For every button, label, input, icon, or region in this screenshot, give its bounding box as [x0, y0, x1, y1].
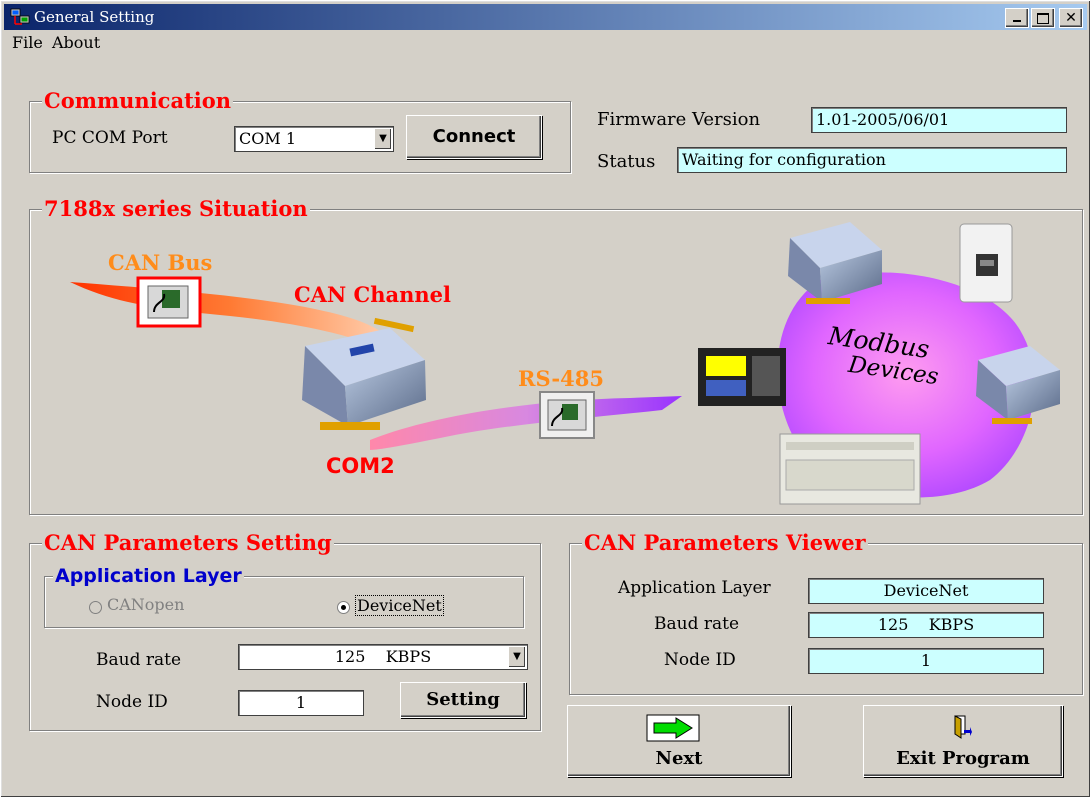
viewer-node-id-field: 1	[808, 648, 1044, 674]
can-setting-legend: CAN Parameters Setting	[42, 530, 334, 555]
general-setting-window: General Setting ✕ File About Communicati…	[0, 0, 1091, 798]
rs485-label: RS-485	[518, 366, 604, 391]
maximize-button[interactable]	[1031, 8, 1055, 28]
window-title: General Setting	[34, 8, 155, 26]
network-app-icon	[10, 8, 30, 25]
canopen-radio[interactable]	[89, 601, 102, 614]
close-button[interactable]: ✕	[1059, 8, 1083, 28]
inverter-device	[959, 223, 1013, 303]
can-channel-label: CAN Channel	[294, 282, 451, 307]
right-arrow-icon	[646, 714, 700, 742]
status-field: Waiting for configuration	[677, 147, 1067, 173]
setting-button[interactable]: Setting	[400, 682, 526, 718]
node-id-input[interactable]: 1	[238, 690, 364, 716]
exit-program-label: Exit Program	[896, 748, 1030, 769]
communication-legend: Communication	[42, 88, 234, 113]
devicenet-label: DeviceNet	[355, 595, 444, 616]
firmware-version-label: Firmware Version	[597, 109, 761, 130]
communication-group: Communication PC COM Port COM 1 ▼ Connec…	[29, 88, 571, 173]
status-label: Status	[597, 151, 656, 172]
baud-rate-label: Baud rate	[96, 650, 182, 670]
com-port-select[interactable]: COM 1 ▼	[234, 126, 394, 152]
viewer-baud-rate-field: 125 KBPS	[808, 612, 1044, 638]
can-viewer-legend: CAN Parameters Viewer	[582, 530, 868, 555]
devicenet-radio[interactable]	[337, 601, 350, 614]
minimize-button[interactable]	[1005, 8, 1029, 28]
menu-about[interactable]: About	[52, 33, 100, 52]
com2-label: COM2	[326, 454, 395, 478]
can-bus-label: CAN Bus	[108, 250, 213, 275]
rs485-band	[370, 396, 682, 450]
application-layer-legend: Application Layer	[53, 565, 244, 587]
canopen-label: CANopen	[107, 595, 185, 614]
baud-rate-select[interactable]: 125 KBPS ▼	[238, 644, 528, 670]
menu-bar: File About	[4, 31, 1087, 53]
next-button[interactable]: Next	[567, 705, 791, 777]
next-label: Next	[655, 748, 703, 769]
exit-door-icon	[954, 715, 972, 739]
touch-panel-device	[698, 348, 786, 406]
close-icon: ✕	[1065, 10, 1077, 26]
exit-program-button[interactable]: Exit Program	[863, 705, 1063, 777]
com-port-label: PC COM Port	[52, 128, 168, 148]
icpdas-7188x-device	[302, 317, 426, 430]
com-port-value: COM 1	[239, 129, 297, 148]
rs485-connector-icon	[539, 391, 595, 439]
node-id-label: Node ID	[96, 692, 168, 712]
plc-device	[779, 433, 921, 505]
minimize-icon	[1013, 20, 1021, 22]
chevron-down-icon[interactable]: ▼	[508, 646, 526, 668]
menu-file[interactable]: File	[12, 33, 43, 52]
maximize-icon	[1037, 13, 1049, 24]
viewer-baud-rate-label: Baud rate	[654, 614, 740, 634]
chevron-down-icon[interactable]: ▼	[374, 128, 392, 150]
firmware-version-field: 1.01-2005/06/01	[811, 107, 1067, 133]
viewer-app-layer-label: Application Layer	[618, 578, 771, 598]
situation-group: 7188x series Situation CAN Bus CAN Chann…	[29, 196, 1083, 515]
can-setting-group: CAN Parameters Setting Application Layer…	[29, 530, 541, 731]
viewer-node-id-label: Node ID	[664, 650, 736, 670]
can-bus-connector-icon	[136, 276, 202, 328]
application-layer-group: Application Layer CANopen DeviceNet	[44, 565, 524, 628]
baud-rate-value: 125 KBPS	[334, 647, 432, 666]
connect-button[interactable]: Connect	[406, 115, 542, 159]
title-bar[interactable]: General Setting ✕	[4, 4, 1087, 30]
can-viewer-group: CAN Parameters Viewer Application Layer …	[569, 530, 1083, 695]
viewer-app-layer-field: DeviceNet	[808, 578, 1044, 604]
